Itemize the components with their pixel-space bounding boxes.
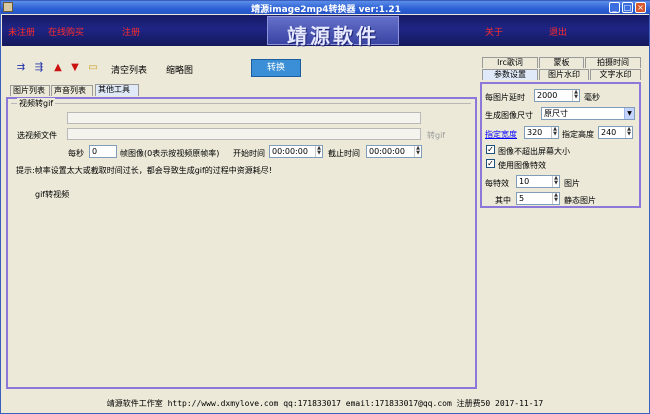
delay-spinner[interactable]: ▲ ▼ <box>572 90 579 101</box>
logo-text: 靖源軟件 <box>287 24 379 48</box>
add-folder-icon[interactable]: ⇶ <box>34 63 44 73</box>
tab-image-watermark[interactable]: 图片水印 <box>539 69 589 80</box>
tab-shoot-time[interactable]: 拍摄时间 <box>585 57 641 68</box>
footer-info: 靖源软件工作室 http://www.dxmylove.com qq:17183… <box>106 399 544 408</box>
minimize-button[interactable]: _ <box>609 2 620 13</box>
gif-output-path <box>67 112 421 124</box>
tab-other-tools[interactable]: 其他工具 <box>95 84 139 96</box>
among-spinner[interactable]: ▲ ▼ <box>552 193 559 204</box>
delay-input[interactable]: 2000 ▲ ▼ <box>534 89 580 102</box>
start-time-label: 开始时间 <box>233 149 265 158</box>
arrow-up-icon[interactable]: ▲ <box>53 63 63 73</box>
close-button[interactable]: × <box>635 2 646 13</box>
per-effect-spinner[interactable]: ▲ ▼ <box>552 176 559 187</box>
no-exceed-checkbox[interactable]: ✓ <box>486 145 495 154</box>
height-input[interactable]: 240 ▲ ▼ <box>598 126 633 139</box>
tab-lrc-lyrics[interactable]: lrc歌词 <box>482 57 538 68</box>
width-input[interactable]: 320 ▲ ▼ <box>524 126 559 139</box>
open-folder-icon[interactable]: ▭ <box>88 63 98 73</box>
delay-value: 2000 <box>537 91 558 100</box>
tab-text-watermark[interactable]: 文字水印 <box>590 69 641 80</box>
per-effect-input[interactable]: 10 ▲ ▼ <box>516 175 560 188</box>
about-link[interactable]: 关于 <box>485 25 503 38</box>
width-label[interactable]: 指定宽度 <box>485 129 517 140</box>
exit-link[interactable]: 退出 <box>549 25 567 38</box>
per-effect-value: 10 <box>519 177 530 186</box>
size-value: 原尺寸 <box>544 109 568 118</box>
register-link[interactable]: 注册 <box>122 25 140 38</box>
static-label: 静态图片 <box>564 196 596 205</box>
fps-input[interactable]: 0 <box>89 145 117 158</box>
per-effect-label: 每特效 <box>485 179 509 188</box>
tab-image-list[interactable]: 图片列表 <box>10 85 50 96</box>
convert-button[interactable]: 转换 <box>251 59 301 77</box>
arrow-down-icon[interactable]: ▼ <box>70 63 80 73</box>
clear-list-button[interactable]: 清空列表 <box>111 63 147 76</box>
app-window: 靖源image2mp4转换器 ver:1.21 _ □ × 未注册 在线购买 注… <box>0 0 650 414</box>
tab-parameters[interactable]: 参数设置 <box>482 69 538 80</box>
video-file-input[interactable] <box>67 128 421 140</box>
per-effect-unit: 图片 <box>564 179 580 188</box>
effects-label: 使用图像特效 <box>498 161 546 170</box>
height-value: 240 <box>601 128 617 137</box>
among-value: 5 <box>519 194 525 203</box>
select-video-label: 选视频文件 <box>17 131 57 140</box>
thumbnail-button[interactable]: 缩略图 <box>166 63 193 76</box>
start-time-input[interactable]: 00:00:00 ▲ ▼ <box>269 145 323 158</box>
frames-note: 帧图像(0表示按视频原帧率) <box>120 149 220 158</box>
height-label: 指定高度 <box>562 130 594 139</box>
chevron-down-icon[interactable]: ▼ <box>624 108 634 119</box>
logo: 靖源軟件 <box>267 16 399 48</box>
height-spinner[interactable]: ▲ ▼ <box>625 127 632 138</box>
delay-label: 每图片延时 <box>485 93 525 102</box>
among-label: 其中 <box>495 196 511 205</box>
per-second-label: 每秒 <box>68 149 84 158</box>
maximize-button[interactable]: □ <box>622 2 633 13</box>
tab-sound-list[interactable]: 声音列表 <box>51 85 93 96</box>
end-time-label: 截止时间 <box>328 149 360 158</box>
width-value: 320 <box>527 128 543 137</box>
unregistered-link[interactable]: 未注册 <box>8 25 35 38</box>
start-time-spinner[interactable]: ▲ ▼ <box>315 146 322 157</box>
width-spinner[interactable]: ▲ ▼ <box>551 127 558 138</box>
tab-mask[interactable]: 蒙板 <box>539 57 584 68</box>
end-time-spinner[interactable]: ▲ ▼ <box>414 146 421 157</box>
delay-unit: 毫秒 <box>584 93 600 102</box>
window-title: 靖源image2mp4转换器 ver:1.21 <box>251 5 401 15</box>
gif-group-title: 视频转gif <box>17 98 56 109</box>
start-time-value: 00:00:00 <box>272 147 308 156</box>
among-input[interactable]: 5 ▲ ▼ <box>516 192 560 205</box>
status-text: gif转视频 <box>35 190 70 199</box>
no-exceed-label: 图像不超出屏幕大小 <box>498 147 570 156</box>
tip-text: 提示:帧率设置太大或截取时间过长，都会导致生成gif的过程中资源耗尽! <box>16 166 273 175</box>
size-select[interactable]: 原尺寸 ▼ <box>541 107 635 120</box>
size-label: 生成图像尺寸 <box>485 111 533 120</box>
end-time-value: 00:00:00 <box>369 147 405 156</box>
end-time-input[interactable]: 00:00:00 ▲ ▼ <box>366 145 422 158</box>
to-gif-button[interactable]: 转gif <box>427 130 445 141</box>
effects-checkbox[interactable]: ✓ <box>486 159 495 168</box>
add-files-icon[interactable]: ⇉ <box>16 63 26 73</box>
banner: 未注册 在线购买 注册 靖源軟件 关于 退出 <box>2 15 649 48</box>
title-bar: 靖源image2mp4转换器 ver:1.21 _ □ × <box>1 1 650 15</box>
buy-online-link[interactable]: 在线购买 <box>48 25 84 38</box>
